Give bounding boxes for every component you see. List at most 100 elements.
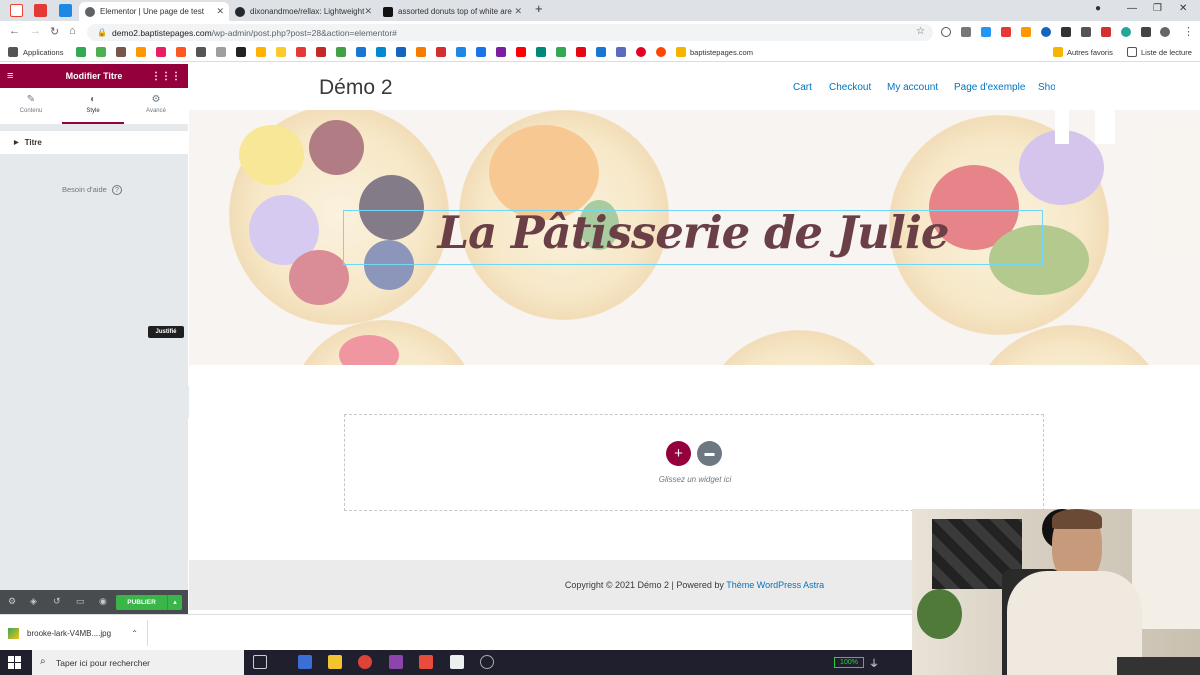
figma-icon[interactable] (419, 655, 433, 669)
bookmark-icon[interactable] (416, 47, 426, 57)
back-arrow-icon[interactable]: ← (9, 25, 20, 37)
menu-dots-icon[interactable]: ⋮ (1183, 25, 1194, 38)
windows-start-icon[interactable] (8, 656, 21, 669)
camera-extension-icon[interactable] (961, 27, 971, 37)
extension-icon[interactable] (1121, 27, 1131, 37)
bookmark-icon[interactable] (196, 47, 206, 57)
bookmark-icon[interactable] (256, 47, 266, 57)
bookmark-icon[interactable] (456, 47, 466, 57)
close-tab-icon[interactable]: ✕ (514, 6, 522, 17)
bookmark-icon[interactable] (476, 47, 486, 57)
calendar-pinned-tab-icon[interactable] (59, 4, 72, 17)
drive-bookmark-icon[interactable] (76, 47, 86, 57)
add-template-folder-icon[interactable]: ▬ (697, 441, 722, 466)
bookmark-star-icon[interactable]: ☆ (916, 26, 925, 37)
add-section-button[interactable]: + (666, 441, 691, 466)
bookmark-icon[interactable] (96, 47, 106, 57)
tab-avance[interactable]: ⚙ Avancé (125, 88, 187, 124)
bookmark-baptistepages[interactable]: baptistepages.com (690, 48, 753, 57)
maximize-icon[interactable]: ❐ (1153, 3, 1162, 14)
youtube-bookmark-icon[interactable] (516, 47, 526, 57)
close-tab-icon[interactable]: ✕ (216, 6, 224, 17)
extension-icon[interactable] (1061, 27, 1071, 37)
wordpress-bookmark-icon[interactable] (236, 47, 246, 57)
bookmark-other-favorites[interactable]: Autres favoris (1067, 48, 1113, 57)
maps-bookmark-icon[interactable] (556, 47, 566, 57)
settings-icon[interactable]: ⚙ (8, 596, 16, 607)
apps-grid-icon[interactable] (8, 47, 18, 57)
nav-cart[interactable]: Cart (793, 82, 812, 93)
address-bar[interactable]: 🔒 demo2.baptistepages.com/wp-admin/post.… (87, 24, 933, 41)
widgets-grid-icon[interactable]: ⋮⋮⋮ (151, 71, 181, 82)
publish-options-caret-icon[interactable]: ▴ (167, 595, 182, 610)
publish-button[interactable]: PUBLIER (116, 595, 167, 610)
responsive-icon[interactable]: ▭ (76, 596, 85, 607)
close-window-icon[interactable]: ✕ (1179, 3, 1187, 14)
new-tab-button[interactable]: + (535, 1, 543, 16)
puzzle-extensions-icon[interactable] (1141, 27, 1151, 37)
bookmark-icon[interactable] (176, 47, 186, 57)
bookmark-applications[interactable]: Applications (23, 48, 63, 57)
app-icon[interactable] (389, 655, 403, 669)
bookmark-icon[interactable] (216, 47, 226, 57)
hamburger-menu-icon[interactable]: ≡ (7, 70, 13, 82)
help-link[interactable]: Besoin d'aide ? (62, 185, 122, 195)
gmail-pinned-tab-icon[interactable] (10, 4, 23, 17)
tab-search-icon[interactable]: ● (1095, 3, 1101, 14)
bookmark-icon[interactable] (316, 47, 326, 57)
bookmark-icon[interactable] (376, 47, 386, 57)
nav-page-exemple[interactable]: Page d'exemple (954, 82, 1025, 93)
profile-avatar[interactable] (1160, 27, 1170, 37)
calculator-icon[interactable] (298, 655, 312, 669)
bookmark-icon[interactable] (116, 47, 126, 57)
tab-elementor[interactable]: Elementor | Une page de test ✕ (79, 2, 229, 21)
bookmark-icon[interactable] (356, 47, 366, 57)
reddit-bookmark-icon[interactable] (656, 47, 666, 57)
close-tab-icon[interactable]: ✕ (364, 6, 372, 17)
astra-theme-link[interactable]: Thème WordPress Astra (726, 580, 824, 590)
nav-checkout[interactable]: Checkout (829, 82, 871, 93)
hero-section[interactable]: La Pâtisserie de Julie (189, 110, 1200, 365)
extension-icon[interactable] (1041, 27, 1051, 37)
task-view-icon[interactable] (253, 655, 267, 669)
bookmark-icon[interactable] (136, 47, 146, 57)
minimize-icon[interactable]: — (1127, 3, 1137, 14)
pinterest-bookmark-icon[interactable] (636, 47, 646, 57)
bookmark-icon[interactable] (276, 47, 286, 57)
obs-icon[interactable] (480, 655, 494, 669)
battery-indicator[interactable]: 100% (834, 657, 864, 668)
taskbar-search-input[interactable]: ⌕ Taper ici pour rechercher (32, 650, 244, 675)
extension-icon[interactable] (1101, 27, 1111, 37)
layers-icon[interactable]: ◈ (30, 596, 37, 607)
bookmark-icon[interactable] (156, 47, 166, 57)
reading-list[interactable]: Liste de lecture (1141, 48, 1192, 57)
section-titre-toggle[interactable]: ▶ Titre (0, 131, 188, 154)
home-icon[interactable]: ⌂ (69, 25, 76, 37)
extension-icon[interactable] (1021, 27, 1031, 37)
file-explorer-icon[interactable] (328, 655, 342, 669)
pinterest-bookmark-icon[interactable] (296, 47, 306, 57)
tab-donuts[interactable]: assorted donuts top of white are ✕ (377, 2, 527, 21)
hero-heading[interactable]: La Pâtisserie de Julie (343, 206, 1043, 259)
tab-style[interactable]: ◐ Style (62, 88, 124, 124)
extension-icon[interactable] (1081, 27, 1091, 37)
forward-arrow-icon[interactable]: → (30, 25, 41, 37)
bookmark-icon[interactable] (616, 47, 626, 57)
nav-my-account[interactable]: My account (887, 82, 938, 93)
site-title[interactable]: Démo 2 (319, 76, 393, 100)
chrome-icon[interactable] (358, 655, 372, 669)
tab-contenu[interactable]: ✎ Contenu (0, 88, 62, 124)
bookmark-icon[interactable] (336, 47, 346, 57)
empty-section-drop-zone[interactable]: + ▬ Glissez un widget ici (344, 414, 1044, 511)
app-icon[interactable] (450, 655, 464, 669)
preview-eye-icon[interactable]: ◉ (99, 596, 107, 607)
bookmark-icon[interactable] (536, 47, 546, 57)
bookmark-icon[interactable] (396, 47, 406, 57)
reload-icon[interactable]: ↻ (50, 25, 59, 38)
netflix-bookmark-icon[interactable] (576, 47, 586, 57)
bookmark-icon[interactable] (496, 47, 506, 57)
history-icon[interactable]: ↺ (53, 596, 61, 607)
tab-rellax[interactable]: dixonandmoe/rellax: Lightweight ✕ (229, 2, 377, 21)
chevron-up-icon[interactable]: ⌃ (131, 629, 138, 638)
download-item[interactable]: brooke-lark-V4MB....jpg ⌃ (8, 620, 148, 646)
